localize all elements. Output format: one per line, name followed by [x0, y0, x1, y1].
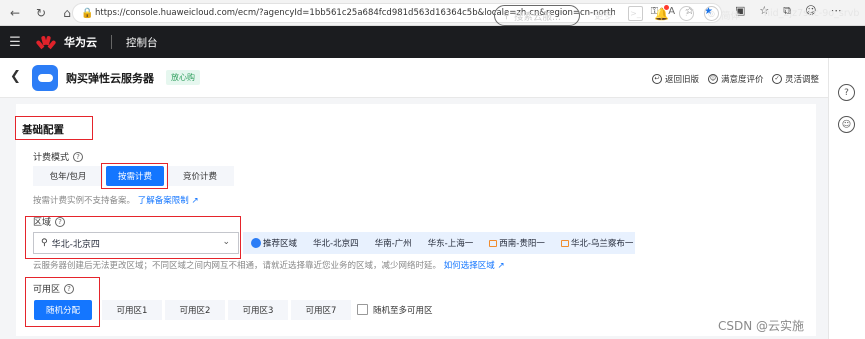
language-switch[interactable]: 简体 — [721, 8, 740, 22]
page-title: 购买弹性云服务器 — [66, 72, 154, 85]
search-icon: ⚲ — [503, 10, 510, 21]
huawei-logo[interactable] — [35, 34, 58, 50]
right-rail: ? ☺ — [828, 58, 865, 339]
highlight-box — [25, 216, 241, 259]
question-icon[interactable]: ? — [73, 151, 84, 162]
back-icon[interactable]: ❮ — [10, 69, 21, 84]
ecs-service-icon — [32, 65, 58, 91]
console-link[interactable]: 控制台 — [126, 35, 158, 50]
recommended-regions: 推荐区域 华北-北京四 华南-广州 华东-上海一 西南-贵阳一 华北-乌兰察布一 — [243, 232, 635, 254]
datacenter-icon — [560, 239, 569, 247]
header-search[interactable]: ⚲ 搜索云服... — [494, 5, 580, 26]
flexible-adjust[interactable]: ✓ 灵活调整 — [772, 73, 819, 85]
terminal-icon[interactable]: >_ — [628, 6, 643, 21]
external-link-icon[interactable]: ↗ — [191, 196, 198, 206]
action-label: 返回旧版 — [665, 75, 700, 85]
back-nav-icon[interactable]: ← — [4, 2, 26, 24]
check-circle-icon: ✓ — [772, 74, 782, 84]
lock-icon: 🔒 — [81, 7, 94, 19]
exit-icon: ↩ — [652, 74, 662, 84]
more-menu[interactable]: 更多 — [594, 8, 613, 22]
brand-name[interactable]: 华为云 — [64, 34, 97, 50]
highlight-box — [15, 116, 93, 140]
recommended-label-text: 推荐区域 — [263, 239, 298, 249]
page-title-bar: ❮ 购买弹性云服务器 放心购 ↩ 返回旧版 ☺ 满意度评价 ✓ 灵活调整 — [0, 58, 828, 98]
smile-icon: ☺ — [708, 74, 718, 84]
notification-dot — [664, 5, 669, 10]
watermark: CSDN @云实施 — [718, 319, 805, 333]
region-option[interactable]: 华北-北京四 — [305, 237, 367, 249]
region-option[interactable]: 华南-广州 — [367, 237, 420, 249]
read-aloud-icon[interactable]: A — [668, 6, 675, 17]
recommend-icon — [251, 238, 261, 248]
billing-spot[interactable]: 竞价计费 — [166, 166, 234, 186]
region-option-ulanqab[interactable]: 华北-乌兰察布一 — [553, 237, 642, 249]
region-option-label: 华北-乌兰察布一 — [570, 239, 634, 249]
multi-az-label[interactable]: 随机至多可用区 — [373, 304, 433, 316]
assurance-tag[interactable]: 放心购 — [166, 70, 200, 85]
action-label: 灵活调整 — [785, 75, 820, 85]
help-icon[interactable]: ? — [679, 6, 694, 21]
feedback-smile-icon[interactable]: ☺ — [838, 116, 855, 133]
user-account[interactable]: hid_2jz7skc-9o_srvb — [764, 8, 859, 19]
filing-restrictions-link[interactable]: 了解备案限制 — [138, 196, 189, 206]
search-placeholder: 搜索云服... — [513, 11, 562, 23]
datacenter-icon — [489, 239, 498, 247]
globe-icon[interactable]: ◎ — [704, 6, 719, 21]
highlight-box — [101, 163, 168, 189]
highlight-box — [25, 277, 100, 327]
recommended-label: 推荐区域 — [243, 237, 305, 249]
billing-label: 计费模式 ? — [33, 150, 84, 163]
satisfaction-rating[interactable]: ☺ 满意度评价 — [708, 73, 764, 85]
billing-label-text: 计费模式 — [33, 153, 70, 163]
multi-az-checkbox[interactable] — [357, 304, 368, 315]
refresh-icon[interactable]: ↻ — [30, 2, 52, 24]
region-option[interactable]: 华东-上海一 — [420, 237, 482, 249]
region-hint: 云服务器创建后无法更改区域；不同区域之间内网互不相通，请就近选择靠近您业务的区域… — [33, 259, 505, 271]
az-2[interactable]: 可用区2 — [165, 300, 225, 320]
az-7[interactable]: 可用区7 — [291, 300, 351, 320]
region-option-guiyang[interactable]: 西南-贵阳一 — [481, 237, 553, 249]
choose-region-link[interactable]: 如何选择区域 — [444, 261, 495, 271]
help-icon[interactable]: ? — [838, 84, 855, 101]
region-hint-text: 云服务器创建后无法更改区域；不同区域之间内网互不相通，请就近选择靠近您业务的区域… — [33, 261, 442, 271]
action-label: 满意度评价 — [721, 75, 764, 85]
external-link-icon[interactable]: ↗ — [497, 261, 504, 271]
console-header: ☰ 华为云 控制台 — [0, 26, 865, 58]
divider — [111, 35, 112, 49]
billing-hint-text: 按需计费实例不支持备案。 — [33, 196, 136, 206]
az-1[interactable]: 可用区1 — [102, 300, 162, 320]
menu-icon[interactable]: ☰ — [0, 35, 30, 50]
az-3[interactable]: 可用区3 — [228, 300, 288, 320]
back-to-old-version[interactable]: ↩ 返回旧版 — [652, 73, 699, 85]
billing-yearly-monthly[interactable]: 包年/包月 — [33, 166, 103, 186]
billing-hint: 按需计费实例不支持备案。 了解备案限制 ↗ — [33, 194, 199, 206]
address-bar[interactable]: 🔒 https://console.huaweicloud.com/ecm/?a… — [72, 3, 722, 23]
basic-config-card: 基础配置 计费模式 ? 包年/包月 按需计费 竞价计费 按需计费实例不支持备案。… — [15, 104, 816, 336]
region-option-label: 西南-贵阳一 — [499, 239, 545, 249]
